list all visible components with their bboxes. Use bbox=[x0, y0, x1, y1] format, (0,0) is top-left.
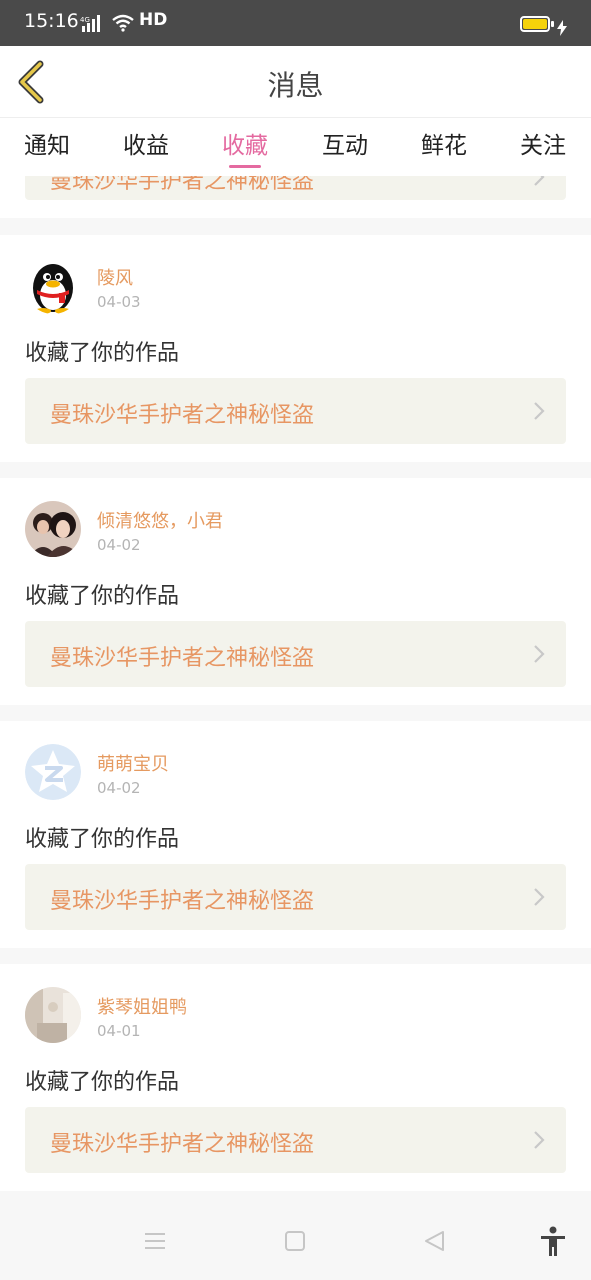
tab-flowers[interactable]: 鲜花 bbox=[399, 126, 489, 160]
message-text: 收藏了你的作品 bbox=[25, 341, 180, 366]
chevron-right-icon bbox=[534, 888, 545, 906]
chevron-right-icon bbox=[534, 645, 545, 663]
hd-label: HD bbox=[139, 10, 168, 30]
tab-earnings[interactable]: 收益 bbox=[101, 126, 191, 160]
message-date: 04-02 bbox=[97, 779, 141, 797]
battery-tip bbox=[551, 21, 554, 27]
header: 消息 bbox=[0, 46, 591, 118]
accessibility-icon[interactable] bbox=[539, 1226, 567, 1256]
list-item: 萌萌宝贝 04-02 收藏了你的作品 曼珠沙华手护者之神秘怪盗 bbox=[0, 721, 591, 948]
status-time: 15:16 bbox=[24, 10, 79, 32]
tab-interactions[interactable]: 互动 bbox=[300, 126, 390, 160]
tab-bar: 通知 收益 收藏 互动 鲜花 关注 bbox=[0, 118, 591, 176]
work-title: 曼珠沙华手护者之神秘怪盗 bbox=[50, 1132, 315, 1157]
message-date: 04-03 bbox=[97, 293, 141, 311]
tab-following[interactable]: 关注 bbox=[498, 126, 588, 160]
status-bar: 15:16 4G HD bbox=[0, 0, 591, 46]
work-link[interactable]: 曼珠沙华手护者之神秘怪盗 bbox=[25, 864, 566, 930]
user-name[interactable]: 紫琴姐姐鸭 bbox=[97, 993, 187, 1019]
tab-notifications[interactable]: 通知 bbox=[2, 126, 92, 160]
network-type-label: 4G bbox=[80, 16, 90, 24]
photo-avatar[interactable] bbox=[25, 987, 81, 1043]
qzone-avatar[interactable] bbox=[25, 744, 81, 800]
work-title: 曼珠沙华手护者之神秘怪盗 bbox=[50, 176, 315, 194]
message-date: 04-02 bbox=[97, 536, 141, 554]
work-link[interactable]: 曼珠沙华手护者之神秘怪盗 bbox=[25, 621, 566, 687]
work-link[interactable]: 曼珠沙华手护者之神秘怪盗 bbox=[25, 378, 566, 444]
work-title: 曼珠沙华手护者之神秘怪盗 bbox=[50, 403, 315, 428]
penguin-avatar[interactable] bbox=[25, 258, 81, 314]
photo-avatar[interactable] bbox=[25, 501, 81, 557]
work-link[interactable]: 曼珠沙华手护者之神秘怪盗 bbox=[25, 1107, 566, 1173]
work-title: 曼珠沙华手护者之神秘怪盗 bbox=[50, 646, 315, 671]
chevron-right-icon bbox=[534, 1131, 545, 1149]
work-link[interactable]: 曼珠沙华手护者之神秘怪盗 bbox=[25, 176, 566, 200]
chevron-right-icon bbox=[534, 176, 545, 186]
chevron-right-icon bbox=[534, 402, 545, 420]
active-tab-indicator bbox=[229, 165, 261, 168]
signal-icon: 4G bbox=[80, 15, 100, 32]
message-date: 04-01 bbox=[97, 1022, 141, 1040]
user-name[interactable]: 陵风 bbox=[97, 264, 133, 290]
battery-icon bbox=[520, 16, 550, 32]
tab-favorites[interactable]: 收藏 bbox=[200, 126, 290, 160]
page-title: 消息 bbox=[267, 69, 324, 102]
user-name[interactable]: 萌萌宝贝 bbox=[97, 750, 169, 776]
list-item: 曼珠沙华手护者之神秘怪盗 bbox=[0, 176, 591, 218]
work-title: 曼珠沙华手护者之神秘怪盗 bbox=[50, 889, 315, 914]
list-item: 倾清悠悠，小君 04-02 收藏了你的作品 曼珠沙华手护者之神秘怪盗 bbox=[0, 478, 591, 705]
system-nav-bar bbox=[0, 1196, 591, 1280]
back-triangle-icon[interactable] bbox=[422, 1230, 448, 1252]
message-text: 收藏了你的作品 bbox=[25, 1070, 180, 1095]
charging-icon bbox=[557, 20, 567, 36]
list-item: 陵风 04-03 收藏了你的作品 曼珠沙华手护者之神秘怪盗 bbox=[0, 235, 591, 462]
home-square-icon[interactable] bbox=[282, 1230, 308, 1252]
menu-icon[interactable] bbox=[142, 1230, 168, 1252]
wifi-icon bbox=[112, 14, 134, 32]
message-text: 收藏了你的作品 bbox=[25, 827, 180, 852]
list-item: 紫琴姐姐鸭 04-01 收藏了你的作品 曼珠沙华手护者之神秘怪盗 bbox=[0, 964, 591, 1191]
message-text: 收藏了你的作品 bbox=[25, 584, 180, 609]
user-name[interactable]: 倾清悠悠，小君 bbox=[97, 507, 223, 533]
